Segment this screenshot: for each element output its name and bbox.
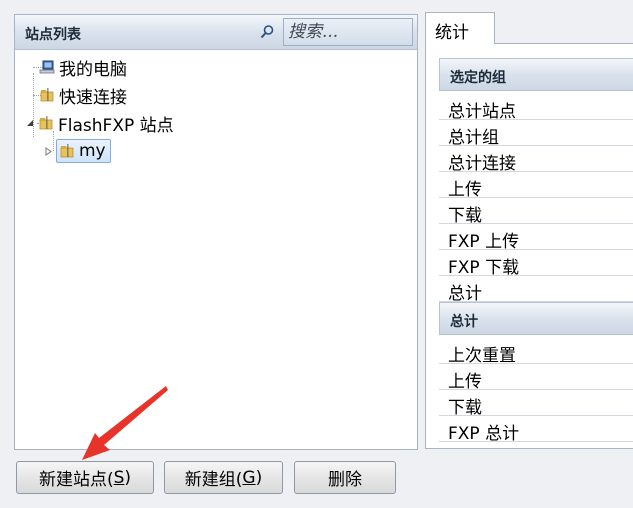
tree-item-label: FlashFXP 站点 <box>58 115 174 136</box>
folder-icon <box>60 144 74 158</box>
tree-item-flashfxp-sites[interactable]: FlashFXP 站点 <box>26 111 174 136</box>
tree-item-my[interactable]: my <box>44 139 111 163</box>
tree-item-label: my <box>79 141 106 161</box>
stats-row-upload: 上传 <box>439 172 633 198</box>
site-list-title: 站点列表 <box>25 27 81 43</box>
new-group-label: 新建组( <box>184 470 243 490</box>
stats-row-download: 下载 <box>439 198 633 224</box>
new-site-label: 新建站点( <box>38 470 114 490</box>
new-site-button[interactable]: 新建站点(S) <box>16 461 154 494</box>
selected-node: my <box>56 139 111 163</box>
stats-header-selected-group: 选定的组 <box>439 58 633 91</box>
folder-icon <box>40 88 54 102</box>
stats-row-total-connections: 总计连接 <box>439 146 633 172</box>
site-list-header: 站点列表 <box>15 15 417 50</box>
tree-item-quick-connect[interactable]: 快速连接 <box>39 83 127 108</box>
new-group-label-close: ) <box>255 467 263 488</box>
new-site-accelerator: S <box>113 467 125 488</box>
tree-item-label: 快速连接 <box>59 87 127 108</box>
delete-button[interactable]: 删除 <box>294 461 396 494</box>
search-icon[interactable] <box>259 24 275 40</box>
site-list-panel: 站点列表 我的电脑 快速连接 <box>14 14 418 450</box>
stats-row-fxp-total: FXP 总计 <box>439 416 633 442</box>
new-site-label-close: ) <box>124 467 132 488</box>
stats-row-total-download: 下载 <box>439 390 633 416</box>
statistics-panel: 选定的组 总计站点 总计组 总计连接 上传 下载 FXP 上传 FXP 下载 总… <box>425 43 633 449</box>
tab-statistics[interactable]: 统计 <box>425 12 495 44</box>
tree-item-label: 我的电脑 <box>59 59 127 80</box>
stats-row-total-sites: 总计站点 <box>439 94 633 120</box>
collapsed-arrow-icon[interactable] <box>44 146 53 156</box>
stats-row-total-upload: 上传 <box>439 364 633 390</box>
search-box <box>283 18 413 46</box>
stats-row-fxp-download: FXP 下载 <box>439 250 633 276</box>
expanded-arrow-icon[interactable] <box>26 119 35 128</box>
stats-row-fxp-upload: FXP 上传 <box>439 224 633 250</box>
stats-row-last-reset: 上次重置 <box>439 338 633 364</box>
stats-row-total: 总计 <box>439 276 633 302</box>
stats-row-total-groups: 总计组 <box>439 120 633 146</box>
new-group-accelerator: G <box>242 467 256 488</box>
search-input[interactable] <box>284 19 412 45</box>
folder-icon <box>39 116 53 130</box>
computer-icon <box>39 60 55 74</box>
stats-header-total: 总计 <box>439 302 633 335</box>
new-group-button[interactable]: 新建组(G) <box>164 461 283 494</box>
tree-item-my-computer[interactable]: 我的电脑 <box>39 55 127 80</box>
